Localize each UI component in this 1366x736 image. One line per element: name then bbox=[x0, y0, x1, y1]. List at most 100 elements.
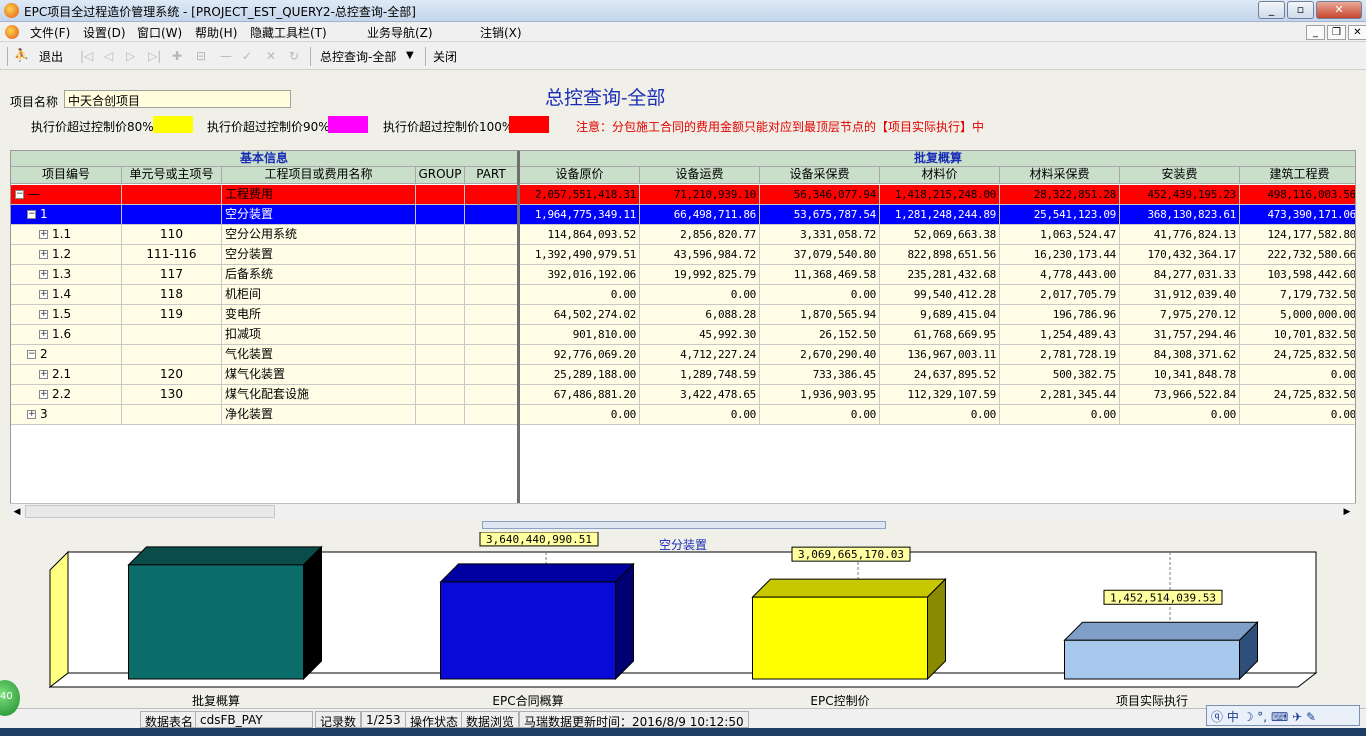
expand-icon[interactable]: + bbox=[39, 370, 48, 379]
column-header[interactable]: 设备原价 bbox=[520, 167, 640, 184]
row-part bbox=[465, 385, 518, 405]
expand-icon[interactable]: + bbox=[39, 270, 48, 279]
expand-icon[interactable]: + bbox=[39, 230, 48, 239]
horizontal-scrollbar[interactable]: ◀ ▶ bbox=[10, 503, 1356, 519]
menu-file[interactable]: 文件(F) bbox=[30, 24, 70, 41]
row-part bbox=[465, 305, 518, 325]
close-window-button[interactable]: ✕ bbox=[1316, 1, 1362, 19]
row-value: 196,786.96 bbox=[1000, 305, 1120, 325]
expand-icon[interactable]: + bbox=[39, 330, 48, 339]
column-header[interactable]: 安装费 bbox=[1120, 167, 1240, 184]
chart-splitter-handle[interactable] bbox=[482, 521, 886, 529]
tree-cell: +2.1 bbox=[11, 365, 122, 385]
menu-business-nav[interactable]: 业务导航(Z) bbox=[367, 24, 433, 41]
ime-moon-icon[interactable]: ☽ bbox=[1243, 710, 1254, 724]
exit-icon[interactable]: ⛹ bbox=[14, 48, 29, 62]
chart-bar bbox=[752, 596, 928, 680]
table-row[interactable]: +3 净化装置 0.00 0.00 0.00 0.00 0.00 0.00 0.00 bbox=[11, 405, 1355, 425]
column-header[interactable]: 建筑工程费 bbox=[1240, 167, 1355, 184]
row-value: 4,712,227.24 bbox=[640, 345, 760, 365]
tree-cell: +3 bbox=[11, 405, 122, 425]
row-part bbox=[465, 365, 518, 385]
table-row[interactable]: −2 气化装置 92,776,069.20 4,712,227.24 2,670,290… bbox=[11, 345, 1355, 365]
row-value: 103,598,442.60 bbox=[1240, 265, 1355, 285]
row-value: 92,776,069.20 bbox=[520, 345, 640, 365]
mdi-minimize-button[interactable]: _ bbox=[1306, 25, 1325, 40]
scroll-right-icon[interactable]: ▶ bbox=[1340, 505, 1354, 519]
menu-hide-toolbar[interactable]: 隐藏工具栏(T) bbox=[250, 24, 327, 41]
column-header[interactable]: PART bbox=[465, 167, 518, 184]
column-header[interactable]: 工程项目或费用名称 bbox=[222, 167, 416, 184]
dropdown-arrow-icon[interactable]: ▼ bbox=[406, 50, 414, 61]
row-value: 31,912,039.40 bbox=[1120, 285, 1240, 305]
menu-settings[interactable]: 设置(D) bbox=[83, 24, 126, 41]
collapse-icon[interactable]: − bbox=[27, 350, 36, 359]
cancel-record-icon: ✕ bbox=[266, 49, 277, 63]
table-row[interactable]: +1.5 119 变电所 64,502,274.02 6,088.28 1,870,565… bbox=[11, 305, 1355, 325]
row-unit bbox=[122, 325, 222, 345]
minimize-button[interactable]: _ bbox=[1258, 1, 1285, 19]
table-row[interactable]: +1.2 111-116 空分装置 1,392,490,979.51 43,596,98… bbox=[11, 245, 1355, 265]
tree-cell: − — bbox=[11, 185, 122, 205]
menu-app-icon[interactable] bbox=[5, 25, 19, 39]
expand-icon[interactable]: + bbox=[39, 390, 48, 399]
column-header[interactable]: 材料采保费 bbox=[1000, 167, 1120, 184]
table-row[interactable]: +1.3 117 后备系统 392,016,192.06 19,992,825.79 11… bbox=[11, 265, 1355, 285]
row-value: 2,057,551,418.31 bbox=[520, 185, 640, 205]
ime-mode[interactable]: 中 bbox=[1227, 710, 1239, 724]
delete-record-icon: ⊟ bbox=[196, 49, 207, 63]
row-code: 1.3 bbox=[52, 267, 72, 281]
legend-100-swatch bbox=[509, 116, 549, 133]
row-value: 2,017,705.79 bbox=[1000, 285, 1120, 305]
table-row[interactable]: +1.4 118 机柜间 0.00 0.00 0.00 99,540,412.28 2,017… bbox=[11, 285, 1355, 305]
column-header[interactable]: 项目编号 bbox=[11, 167, 122, 184]
row-value: 0.00 bbox=[640, 285, 760, 305]
mdi-close-button[interactable]: ✕ bbox=[1348, 25, 1366, 40]
maximize-button[interactable]: ▫ bbox=[1287, 1, 1314, 19]
expand-icon[interactable]: + bbox=[39, 250, 48, 259]
table-row[interactable]: −1 空分装置 1,964,775,349.11 66,498,711.86 53,67… bbox=[11, 205, 1355, 225]
column-header[interactable]: 设备采保费 bbox=[760, 167, 880, 184]
mdi-restore-button[interactable]: ❐ bbox=[1327, 25, 1346, 40]
row-value: 25,289,188.00 bbox=[520, 365, 640, 385]
table-row[interactable]: +2.2 130 煤气化配套设施 67,486,881.20 3,422,478.65 1… bbox=[11, 385, 1355, 405]
ime-toolbar[interactable]: ⓠ 中 ☽ °, ⌨ ✈ ✎ bbox=[1206, 705, 1360, 726]
row-value: 37,079,540.80 bbox=[760, 245, 880, 265]
table-row[interactable]: +1.6 扣减项 901,810.00 45,992.30 26,152.50 61,76… bbox=[11, 325, 1355, 345]
orb-label: 40 bbox=[0, 691, 13, 702]
ime-keyboard-icon[interactable]: ⌨ bbox=[1271, 710, 1288, 724]
column-header[interactable]: GROUP bbox=[416, 167, 465, 184]
column-header[interactable]: 单元号或主项号 bbox=[122, 167, 222, 184]
row-value: 84,277,031.33 bbox=[1120, 265, 1240, 285]
expand-icon[interactable]: + bbox=[39, 310, 48, 319]
close-button[interactable]: 关闭 bbox=[433, 48, 457, 65]
table-row[interactable]: +1.1 110 空分公用系统 114,864,093.52 2,856,820.77 3… bbox=[11, 225, 1355, 245]
grid-splitter[interactable] bbox=[517, 151, 520, 518]
scroll-thumb[interactable] bbox=[25, 505, 275, 518]
menu-help[interactable]: 帮助(H) bbox=[195, 24, 237, 41]
menu-logout[interactable]: 注销(X) bbox=[480, 24, 522, 41]
row-name: 空分公用系统 bbox=[222, 225, 416, 245]
exit-button[interactable]: 退出 bbox=[39, 48, 63, 65]
query-dropdown[interactable]: 总控查询-全部 bbox=[320, 48, 396, 65]
menu-window[interactable]: 窗口(W) bbox=[137, 24, 182, 41]
chart-bar-side bbox=[927, 577, 946, 681]
ime-settings-icon[interactable]: ✈ ✎ bbox=[1292, 710, 1316, 724]
row-value: 822,898,651.56 bbox=[880, 245, 1000, 265]
expand-icon[interactable]: + bbox=[27, 410, 36, 419]
column-header[interactable]: 材料价 bbox=[880, 167, 1000, 184]
scroll-left-icon[interactable]: ◀ bbox=[10, 505, 24, 519]
table-row[interactable]: +2.1 120 煤气化装置 25,289,188.00 1,289,748.59 733… bbox=[11, 365, 1355, 385]
expand-icon[interactable]: + bbox=[39, 290, 48, 299]
collapse-icon[interactable]: − bbox=[27, 210, 36, 219]
row-group bbox=[416, 385, 465, 405]
project-name-field[interactable]: 中天合创项目 bbox=[64, 90, 291, 108]
chart-category-label: 批复概算 bbox=[192, 693, 240, 708]
data-grid[interactable]: 基本信息 批复概算 项目编号 单元号或主项号 工程项目或费用名称 GROUP PART 设… bbox=[10, 150, 1356, 519]
ime-punct-icon[interactable]: °, bbox=[1257, 710, 1267, 724]
collapse-icon[interactable]: − bbox=[15, 190, 24, 199]
chart-category-label: EPC控制价 bbox=[810, 694, 869, 708]
ime-logo-icon: ⓠ bbox=[1211, 710, 1224, 724]
table-row[interactable]: − — 工程费用 2,057,551,418.31 71,210,939.10 56,34… bbox=[11, 185, 1355, 205]
column-header[interactable]: 设备运费 bbox=[640, 167, 760, 184]
